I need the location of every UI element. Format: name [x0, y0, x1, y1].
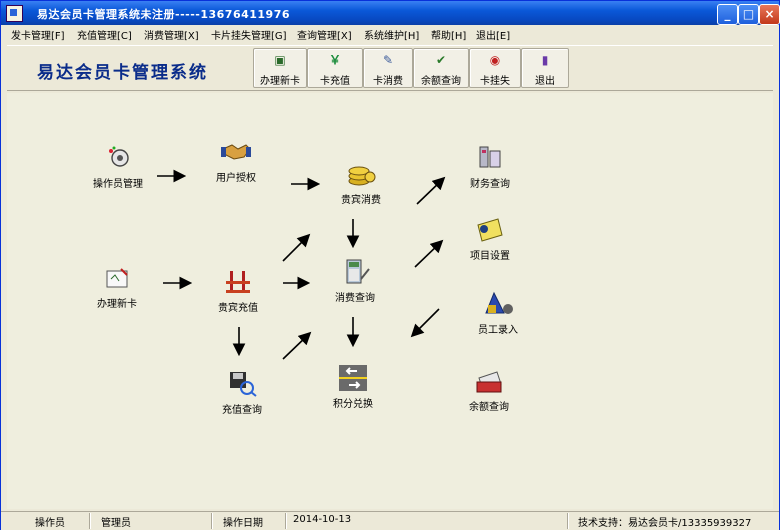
- new-card-label: 办理新卡: [97, 299, 137, 310]
- menu-bar: 发卡管理[F] 充值管理[C] 消费管理[X] 卡片挂失管理[G] 查询管理[X…: [1, 25, 779, 42]
- exit-icon: ▮: [541, 53, 549, 67]
- new-card-icon: [106, 268, 128, 288]
- item-setup-icon: [477, 218, 503, 242]
- user-authorization-label: 用户授权: [216, 173, 256, 184]
- menu-help[interactable]: 帮助[H]: [431, 27, 466, 42]
- item-setup-node[interactable]: 项目设置: [450, 217, 530, 262]
- card-recharge-button[interactable]: ￥ 卡充值: [307, 48, 363, 88]
- maximize-button[interactable]: □: [738, 4, 759, 25]
- status-separator: [567, 513, 568, 529]
- card-consume-button-label: 卡消费: [373, 76, 403, 87]
- workflow-canvas: 操作员管理 用户授权 贵宾消费 财务查询 项目设置 办理新卡 贵宾充值 消费查询…: [7, 93, 773, 509]
- staff-entry-node[interactable]: 员工录入: [458, 291, 538, 336]
- report-loss-button-label: 卡挂失: [480, 76, 510, 87]
- new-card-button[interactable]: ▣ 办理新卡: [253, 48, 307, 88]
- yen-icon: ￥: [328, 53, 341, 67]
- operator-management-node[interactable]: 操作员管理: [78, 145, 158, 190]
- recharge-query-label: 充值查询: [222, 405, 262, 416]
- consume-icon: ✎: [382, 53, 394, 67]
- title-bar[interactable]: 易达会员卡管理系统未注册-----13676411976 _ □ ×: [1, 1, 780, 25]
- finance-query-node[interactable]: 财务查询: [450, 145, 530, 190]
- staff-entry-label: 员工录入: [478, 325, 518, 336]
- menu-card-issue[interactable]: 发卡管理[F]: [11, 27, 65, 42]
- menu-exit[interactable]: 退出[E]: [476, 27, 510, 42]
- operator-management-label: 操作员管理: [93, 179, 143, 190]
- support-status: 技术支持：易达会员卡/13335939327: [578, 518, 752, 529]
- report-loss-button[interactable]: ◉ 卡挂失: [469, 48, 521, 88]
- vip-consume-label: 贵宾消费: [341, 195, 381, 206]
- handshake-icon: [221, 144, 251, 160]
- app-icon: [6, 5, 23, 22]
- window-title: 易达会员卡管理系统未注册-----13676411976: [37, 8, 291, 21]
- consume-query-node[interactable]: 消费查询: [315, 259, 395, 304]
- close-button[interactable]: ×: [759, 4, 780, 25]
- staff-entry-icon: [485, 291, 513, 314]
- status-bar: 操作员 管理员 操作日期 2014-10-13 技术支持：易达会员卡/13335…: [1, 511, 779, 530]
- status-separator: [89, 513, 90, 529]
- menu-card-loss[interactable]: 卡片挂失管理[G]: [211, 27, 287, 42]
- vip-consume-node[interactable]: 贵宾消费: [321, 161, 401, 206]
- new-card-button-label: 办理新卡: [260, 76, 300, 87]
- balance-query-node[interactable]: 余额查询: [449, 368, 529, 413]
- vip-recharge-node[interactable]: 贵宾充值: [198, 269, 278, 314]
- consume-query-label: 消费查询: [335, 293, 375, 304]
- cash-register-icon: [476, 371, 502, 393]
- user-authorization-node[interactable]: 用户授权: [196, 139, 276, 184]
- exit-button-label: 退出: [535, 76, 555, 87]
- status-separator: [211, 513, 212, 529]
- toolbar: 易达会员卡管理系统 ▣ 办理新卡 ￥ 卡充值 ✎ 卡消费 ✔ 余额查询 ◉ 卡挂…: [7, 45, 773, 91]
- finance-query-label: 财务查询: [470, 179, 510, 190]
- balance-query-button[interactable]: ✔ 余额查询: [413, 48, 469, 88]
- points-exchange-label: 积分兑换: [333, 399, 373, 410]
- operator-status-label: 操作员: [35, 518, 65, 529]
- new-card-icon: ▣: [274, 53, 286, 67]
- status-separator: [285, 513, 286, 529]
- card-recharge-button-label: 卡充值: [320, 76, 350, 87]
- item-setup-label: 项目设置: [470, 251, 510, 262]
- balance-query-button-label: 余额查询: [421, 76, 461, 87]
- menu-query[interactable]: 查询管理[X]: [297, 27, 352, 42]
- report-loss-icon: ◉: [489, 53, 501, 67]
- main-window: 易达会员卡管理系统未注册-----13676411976 _ □ × 发卡管理[…: [0, 0, 780, 530]
- menu-consume[interactable]: 消费管理[X]: [144, 27, 199, 42]
- minimize-button[interactable]: _: [717, 4, 738, 25]
- operator-icon: [109, 146, 129, 167]
- vip-recharge-label: 贵宾充值: [218, 303, 258, 314]
- balance-query-label: 余额查询: [469, 402, 509, 413]
- points-exchange-node[interactable]: 积分兑换: [313, 365, 393, 410]
- calculator-icon: [346, 259, 370, 284]
- coins-icon: [348, 166, 376, 186]
- menu-recharge[interactable]: 充值管理[C]: [77, 27, 132, 42]
- date-status-value: 2014-10-13: [293, 514, 352, 525]
- disk-search-icon: [230, 372, 257, 397]
- balance-query-icon: ✔: [435, 53, 447, 67]
- new-card-node[interactable]: 办理新卡: [77, 265, 157, 310]
- exit-button[interactable]: ▮ 退出: [521, 48, 569, 88]
- card-consume-button[interactable]: ✎ 卡消费: [363, 48, 413, 88]
- menu-maintenance[interactable]: 系统维护[H]: [364, 27, 419, 42]
- app-logo-text: 易达会员卡管理系统: [37, 63, 208, 83]
- operator-status-value: 管理员: [101, 518, 131, 529]
- recharge-query-node[interactable]: 充值查询: [202, 371, 282, 416]
- recharge-icon: [226, 271, 250, 293]
- exchange-icon: [339, 365, 367, 391]
- date-status-label: 操作日期: [223, 518, 263, 529]
- finance-icon: [479, 146, 501, 168]
